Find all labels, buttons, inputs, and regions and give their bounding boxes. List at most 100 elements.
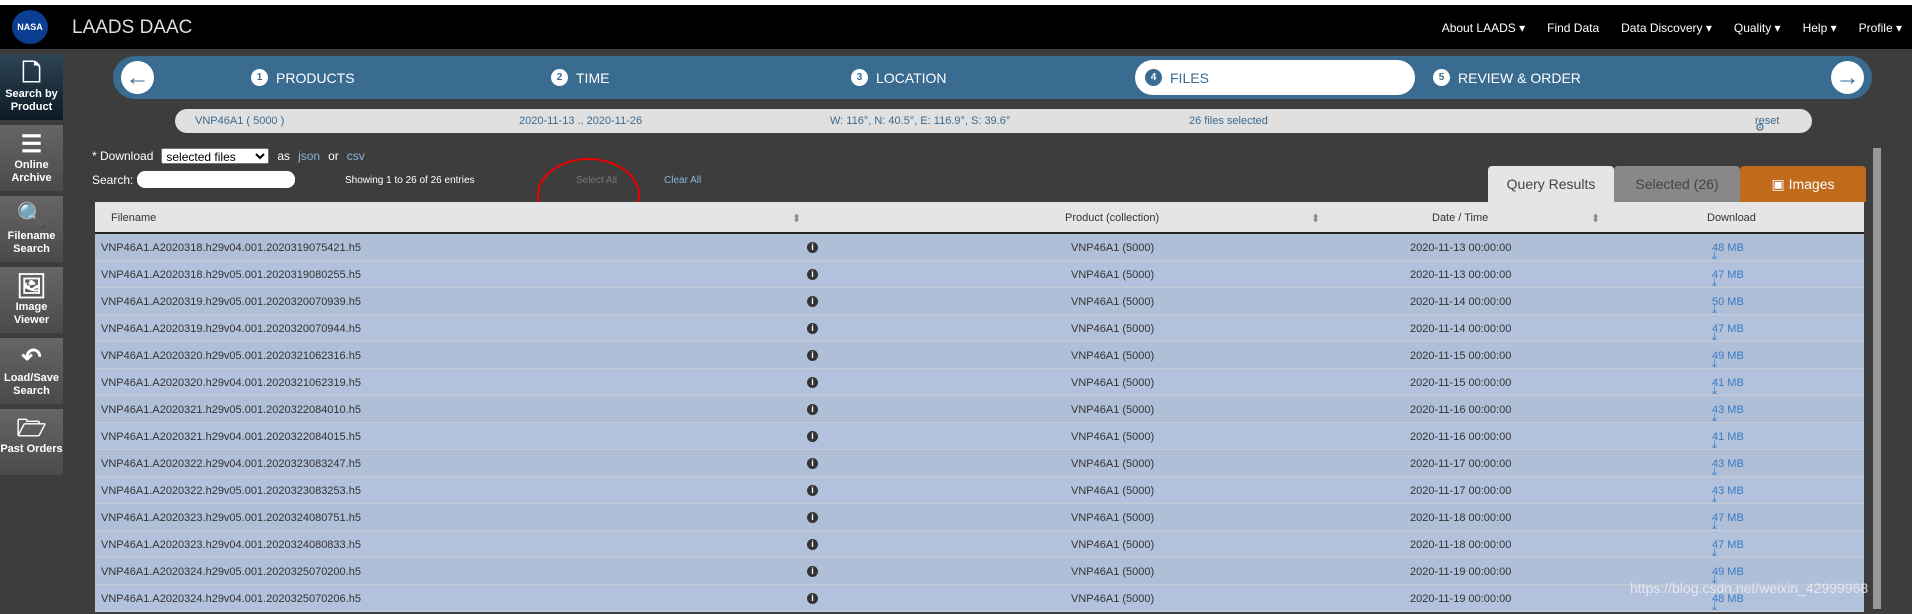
summary-files[interactable]: 26 files selected (1189, 115, 1268, 127)
info-icon[interactable]: i (807, 323, 818, 334)
reset-button[interactable]: ⚙ reset (1755, 115, 1779, 134)
download-link[interactable]: ⤓ 47 MB (1712, 269, 1744, 289)
table-header: Filename ⬍ Product (collection) ⬍ Date /… (95, 202, 1864, 234)
download-link[interactable]: ⤓ 49 MB (1712, 350, 1744, 370)
download-link[interactable]: ⤓ 43 MB (1712, 404, 1744, 424)
nav-data-discovery[interactable]: Data Discovery ▾ (1621, 21, 1712, 35)
info-icon[interactable]: i (807, 458, 818, 469)
sidebar-item-filename-search[interactable]: 🔍 Filename Search (0, 196, 63, 262)
table-row[interactable]: VNP46A1.A2020321.h29v04.001.202032208401… (95, 423, 1864, 451)
brand-title[interactable]: LAADS DAAC (72, 17, 192, 39)
datetime-cell: 2020-11-14 00:00:00 (1410, 296, 1512, 308)
info-icon[interactable]: i (807, 242, 818, 253)
step-files[interactable]: 4 FILES (1145, 69, 1209, 86)
datetime-cell: 2020-11-13 00:00:00 (1410, 269, 1512, 281)
product-cell: VNP46A1 (5000) (1071, 377, 1155, 389)
filename-cell: VNP46A1.A2020319.h29v05.001.202032007093… (101, 296, 361, 308)
info-icon[interactable]: i (807, 377, 818, 388)
col-datetime[interactable]: Date / Time (1432, 212, 1488, 224)
table-row[interactable]: VNP46A1.A2020324.h29v05.001.202032507020… (95, 558, 1864, 586)
sort-icon[interactable]: ⬍ (792, 212, 801, 225)
clear-all-button[interactable]: Clear All (664, 175, 701, 186)
csv-link[interactable]: csv (347, 149, 365, 163)
step-products[interactable]: 1 PRODUCTS (251, 69, 355, 86)
filename-cell: VNP46A1.A2020323.h29v04.001.202032408083… (101, 539, 361, 551)
table-row[interactable]: VNP46A1.A2020318.h29v04.001.202031907542… (95, 234, 1864, 262)
tab-query-results[interactable]: Query Results (1488, 166, 1614, 202)
download-link[interactable]: ⤓ 50 MB (1712, 296, 1744, 316)
download-link[interactable]: ⤓ 43 MB (1712, 458, 1744, 478)
nav-about[interactable]: About LAADS ▾ (1442, 21, 1525, 35)
entries-info: Showing 1 to 26 of 26 entries (345, 175, 475, 186)
download-link[interactable]: ⤓ 49 MB (1712, 566, 1744, 586)
download-link[interactable]: ⤓ 41 MB (1712, 377, 1744, 397)
info-icon[interactable]: i (807, 350, 818, 361)
sort-icon[interactable]: ⬍ (1311, 212, 1320, 225)
nav-help[interactable]: Help ▾ (1803, 21, 1837, 35)
info-icon[interactable]: i (807, 431, 818, 442)
step-time[interactable]: 2 TIME (551, 69, 609, 86)
summary-product[interactable]: VNP46A1 ( 5000 ) (195, 115, 284, 127)
info-icon[interactable]: i (807, 404, 818, 415)
info-icon[interactable]: i (807, 539, 818, 550)
table-row[interactable]: VNP46A1.A2020323.h29v05.001.202032408075… (95, 504, 1864, 532)
info-icon[interactable]: i (807, 485, 818, 496)
datetime-cell: 2020-11-16 00:00:00 (1410, 404, 1512, 416)
download-link[interactable]: ⤓ 48 MB (1712, 242, 1744, 262)
table-row[interactable]: VNP46A1.A2020322.h29v04.001.202032308324… (95, 450, 1864, 478)
sidebar-item-label: Filename Search (7, 230, 56, 255)
download-link[interactable]: ⤓ 43 MB (1712, 485, 1744, 505)
search-input[interactable] (137, 171, 296, 188)
table-row[interactable]: VNP46A1.A2020319.h29v05.001.202032007093… (95, 288, 1864, 316)
product-cell: VNP46A1 (5000) (1071, 512, 1155, 524)
download-link[interactable]: ⤓ 47 MB (1712, 512, 1744, 532)
sidebar-item-image-viewer[interactable]: 🖼 Image Viewer (0, 267, 63, 333)
step-location[interactable]: 3 LOCATION (851, 69, 947, 86)
summary-location[interactable]: W: 116°, N: 40.5°, E: 116.9°, S: 39.6° (830, 115, 1010, 127)
download-link[interactable]: ⤓ 47 MB (1712, 539, 1744, 559)
nav-quality[interactable]: Quality ▾ (1734, 21, 1781, 35)
sidebar-item-search-by-product[interactable]: 🗋 Search by Product (0, 54, 63, 120)
filename-cell: VNP46A1.A2020323.h29v05.001.202032408075… (101, 512, 361, 524)
download-select[interactable]: selected files (161, 148, 270, 164)
table-row[interactable]: VNP46A1.A2020323.h29v04.001.202032408083… (95, 531, 1864, 559)
table-row[interactable]: VNP46A1.A2020318.h29v05.001.202031908025… (95, 261, 1864, 289)
col-product[interactable]: Product (collection) (1065, 212, 1159, 224)
sort-icon[interactable]: ⬍ (1591, 212, 1600, 225)
summary-time[interactable]: 2020-11-13 .. 2020-11-26 (519, 115, 642, 127)
table-row[interactable]: VNP46A1.A2020322.h29v05.001.202032308325… (95, 477, 1864, 505)
download-link[interactable]: ⤓ 47 MB (1712, 323, 1744, 343)
download-link[interactable]: ⤓ 41 MB (1712, 431, 1744, 451)
info-icon[interactable]: i (807, 512, 818, 523)
product-cell: VNP46A1 (5000) (1071, 296, 1155, 308)
step-review-order[interactable]: 5 REVIEW & ORDER (1433, 69, 1581, 86)
table-row[interactable]: VNP46A1.A2020319.h29v04.001.202032007094… (95, 315, 1864, 343)
nav-find-data[interactable]: Find Data (1547, 21, 1599, 35)
json-link[interactable]: json (298, 149, 320, 163)
download-label: * Download (92, 149, 154, 163)
table-row[interactable]: VNP46A1.A2020324.h29v04.001.202032507020… (95, 585, 1864, 613)
table-row[interactable]: VNP46A1.A2020320.h29v05.001.202032106231… (95, 342, 1864, 370)
forward-arrow-icon[interactable]: → (1831, 61, 1864, 94)
info-icon[interactable]: i (807, 269, 818, 280)
tab-images[interactable]: ▣ Images (1740, 166, 1866, 202)
step-label: TIME (576, 69, 610, 86)
sidebar-item-label: Online Archive (11, 159, 52, 184)
nasa-logo[interactable]: NASA (12, 10, 48, 44)
table-row[interactable]: VNP46A1.A2020321.h29v05.001.202032208401… (95, 396, 1864, 424)
col-filename[interactable]: Filename (111, 212, 156, 224)
back-arrow-icon[interactable]: ← (121, 61, 154, 94)
sidebar-item-load-save-search[interactable]: ↶ Load/Save Search (0, 338, 63, 404)
product-cell: VNP46A1 (5000) (1071, 269, 1155, 281)
info-icon[interactable]: i (807, 296, 818, 307)
sidebar-item-label: Search by Product (5, 88, 58, 113)
nav-profile[interactable]: Profile ▾ (1859, 21, 1902, 35)
sidebar-item-online-archive[interactable]: ☰ Online Archive (0, 125, 63, 191)
table-row[interactable]: VNP46A1.A2020320.h29v04.001.202032106231… (95, 369, 1864, 397)
step-label: PRODUCTS (276, 69, 355, 86)
scrollbar[interactable] (1873, 148, 1881, 609)
info-icon[interactable]: i (807, 593, 818, 604)
tab-selected[interactable]: Selected (26) (1614, 166, 1740, 202)
info-icon[interactable]: i (807, 566, 818, 577)
sidebar-item-past-orders[interactable]: 🗁 Past Orders (0, 409, 63, 475)
